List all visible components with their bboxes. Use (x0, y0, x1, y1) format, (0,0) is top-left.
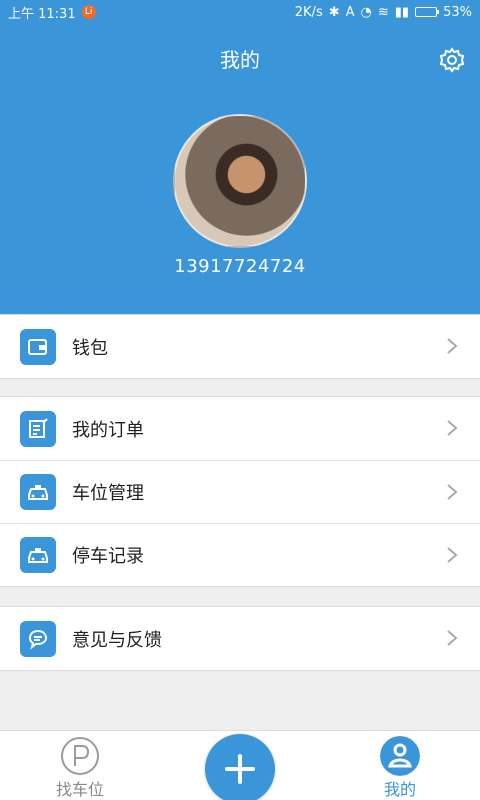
feedback-group: 意见与反馈 (0, 606, 480, 671)
tab-label-mine: 我的 (383, 780, 416, 799)
alarm-icon: ◔ (360, 4, 372, 20)
battery-icon (415, 7, 440, 17)
plus-icon (225, 754, 255, 784)
bluetooth-icon: ✱ (328, 4, 340, 20)
wallet-icon (20, 328, 56, 365)
menu-item-parking-manage[interactable]: 车位管理 (0, 460, 480, 523)
car-icon (20, 474, 56, 510)
chevron-right-icon (447, 484, 458, 500)
parking-p-icon (61, 737, 99, 775)
gear-icon[interactable] (438, 46, 466, 74)
avatar[interactable] (173, 114, 307, 248)
menu-label-orders: 我的订单 (72, 419, 144, 441)
net-speed: 2K/s (294, 4, 323, 20)
phone-number: 13917724724 (174, 256, 306, 277)
status-right: 2K/s ✱ A ◔ ≋ ▮▮ 53% (295, 5, 472, 20)
auto-icon: A (345, 4, 355, 20)
wifi-icon: ≋ (377, 4, 389, 20)
menu-item-wallet[interactable]: 钱包 (0, 315, 480, 378)
tab-mine[interactable]: 我的 (340, 731, 460, 800)
chevron-right-icon (447, 338, 458, 354)
chat-bubble-icon (20, 620, 56, 657)
bottom-nav: 找车位 我的 (0, 730, 480, 800)
menu-label-parking-records: 停车记录 (72, 546, 144, 567)
menu-label-wallet: 钱包 (72, 337, 108, 359)
user-icon (380, 736, 420, 776)
menu-item-parking-records[interactable]: 停车记录 (0, 523, 480, 586)
tab-find-parking[interactable]: 找车位 (20, 731, 140, 800)
tab-label-find-parking: 找车位 (55, 780, 104, 799)
status-time: 上午 11:31 (8, 6, 76, 22)
wallet-group: 钱包 (0, 314, 480, 379)
menu-item-feedback[interactable]: 意见与反馈 (0, 607, 480, 670)
order-icon (20, 410, 56, 447)
page-title: 我的 (220, 48, 260, 72)
menu-label-feedback: 意见与反馈 (72, 629, 162, 651)
notification-badge: Li (81, 5, 96, 19)
menu-label-parking-manage: 车位管理 (72, 483, 144, 504)
add-button[interactable] (205, 734, 275, 800)
chevron-right-icon (447, 630, 458, 646)
battery-text: 53% (443, 4, 472, 20)
chevron-right-icon (447, 420, 458, 436)
status-left: 上午 11:31 Li (8, 3, 96, 22)
menu-item-orders[interactable]: 我的订单 (0, 397, 480, 460)
profile-header: 我的 13917724724 (0, 24, 480, 314)
car-icon (20, 537, 56, 573)
status-bar: 上午 11:31 Li 2K/s ✱ A ◔ ≋ ▮▮ 53% (0, 0, 480, 24)
orders-group: 我的订单 车位管理 停车记录 (0, 396, 480, 587)
chevron-right-icon (447, 547, 458, 563)
signal-icon: ▮▮ (394, 4, 410, 20)
